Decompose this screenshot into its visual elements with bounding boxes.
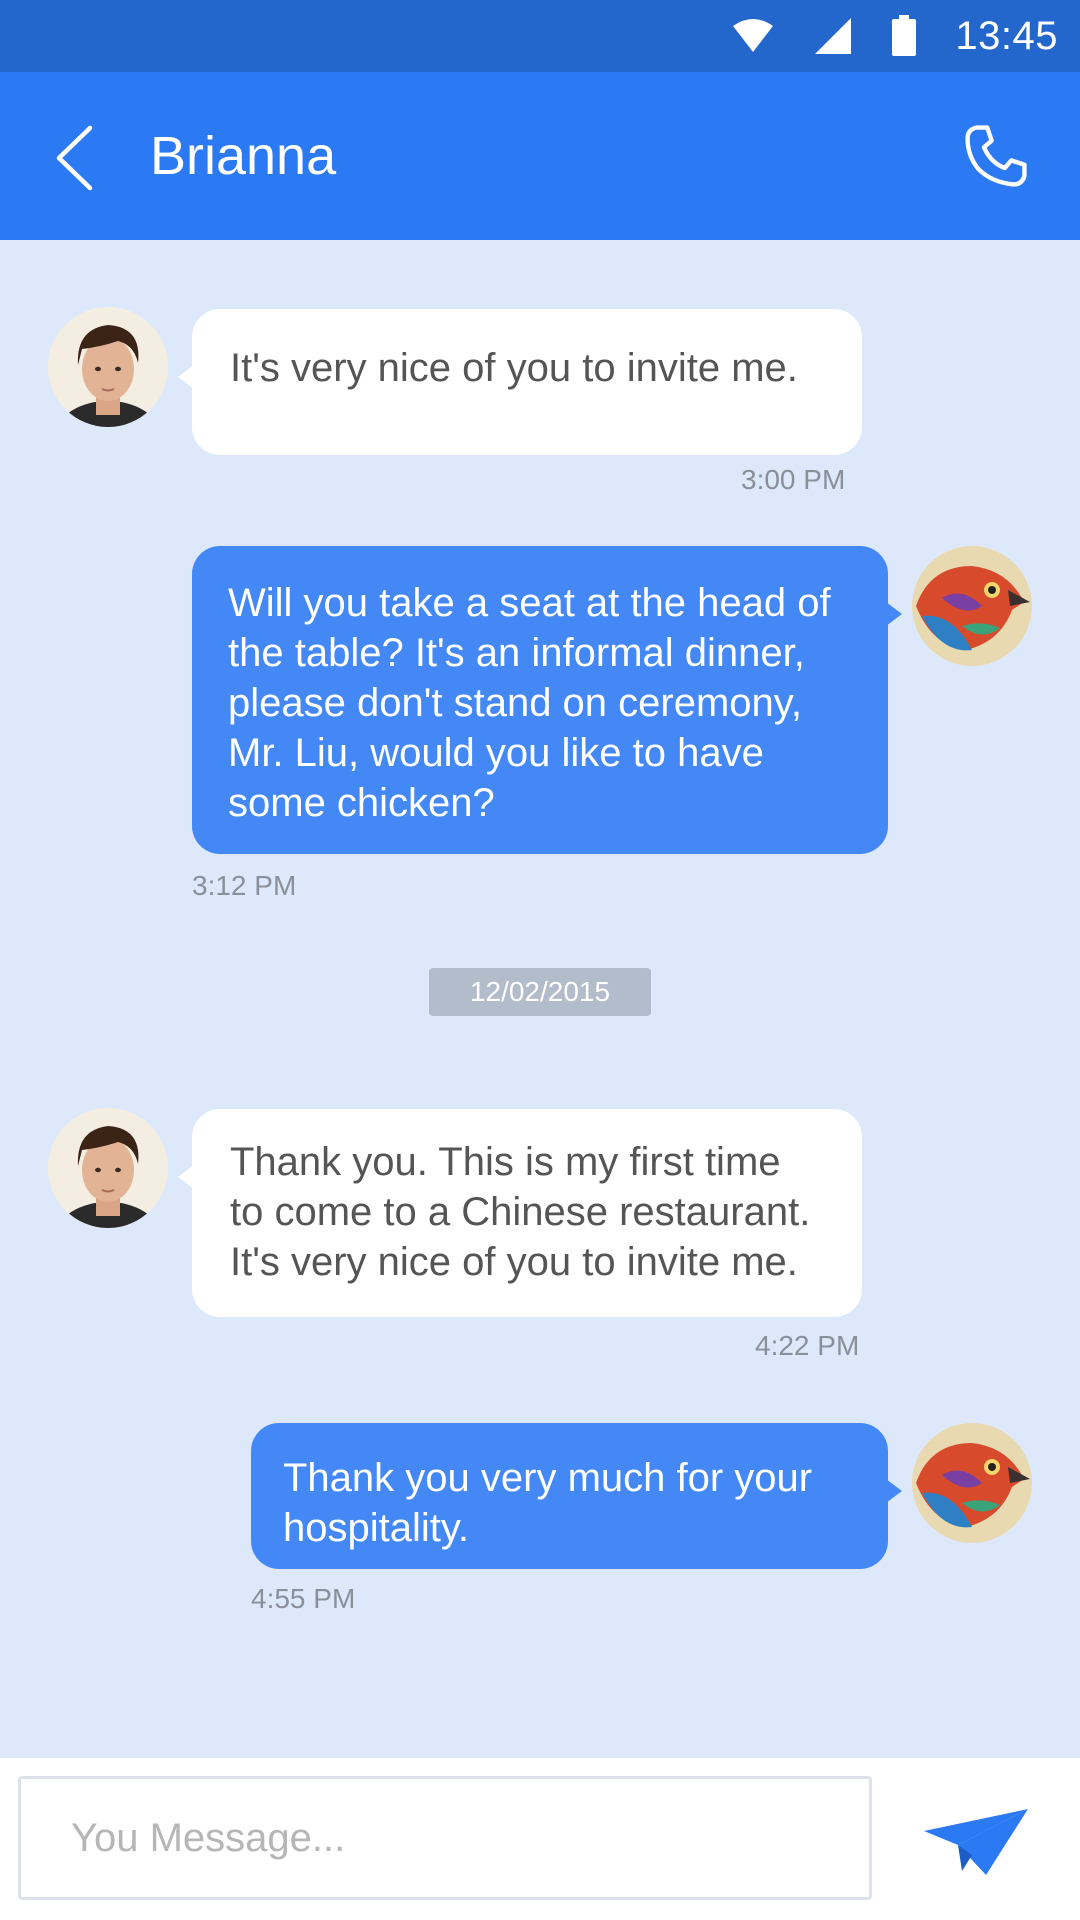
- date-divider: 12/02/2015: [429, 968, 651, 1016]
- message-bubble-outgoing[interactable]: Thank you very much for your hospitality…: [251, 1423, 902, 1569]
- message-text: Thank you. This is my first time to come…: [230, 1140, 811, 1284]
- cell-signal-icon: [813, 16, 853, 56]
- back-button[interactable]: [48, 122, 100, 194]
- message-input[interactable]: [18, 1776, 872, 1900]
- call-button[interactable]: [958, 118, 1034, 194]
- message-text: Will you take a seat at the head of the …: [228, 581, 831, 825]
- message-list[interactable]: It's very nice of you to invite me. 3:00…: [0, 240, 1080, 1758]
- contact-name: Brianna: [150, 126, 337, 186]
- message-timestamp: 3:00 PM: [741, 464, 846, 495]
- status-time: 13:45: [955, 13, 1058, 58]
- user-avatar[interactable]: [912, 1423, 1032, 1543]
- contact-avatar[interactable]: [48, 1108, 168, 1228]
- contact-avatar[interactable]: [48, 307, 168, 427]
- paper-plane-icon: [924, 1809, 1028, 1875]
- message-text: Thank you very much for your hospitality…: [283, 1456, 813, 1550]
- message-bubble-outgoing[interactable]: Will you take a seat at the head of the …: [192, 546, 902, 854]
- message-timestamp: 4:22 PM: [755, 1330, 860, 1361]
- phone-icon: [965, 125, 1027, 187]
- status-bar: 13:45: [0, 0, 1080, 72]
- battery-icon: [891, 15, 917, 57]
- message-bubble-incoming[interactable]: It's very nice of you to invite me.: [178, 309, 862, 455]
- wifi-icon: [731, 18, 775, 54]
- message-composer: [0, 1758, 1080, 1920]
- message-timestamp: 4:55 PM: [251, 1583, 356, 1614]
- chat-header: Brianna: [0, 72, 1080, 240]
- message-timestamp: 3:12 PM: [192, 870, 297, 901]
- message-text: It's very nice of you to invite me.: [230, 346, 798, 390]
- message-bubble-incoming[interactable]: Thank you. This is my first time to come…: [178, 1109, 862, 1317]
- send-button[interactable]: [920, 1796, 1032, 1886]
- chevron-left-icon: [56, 125, 93, 191]
- user-avatar[interactable]: [912, 546, 1032, 666]
